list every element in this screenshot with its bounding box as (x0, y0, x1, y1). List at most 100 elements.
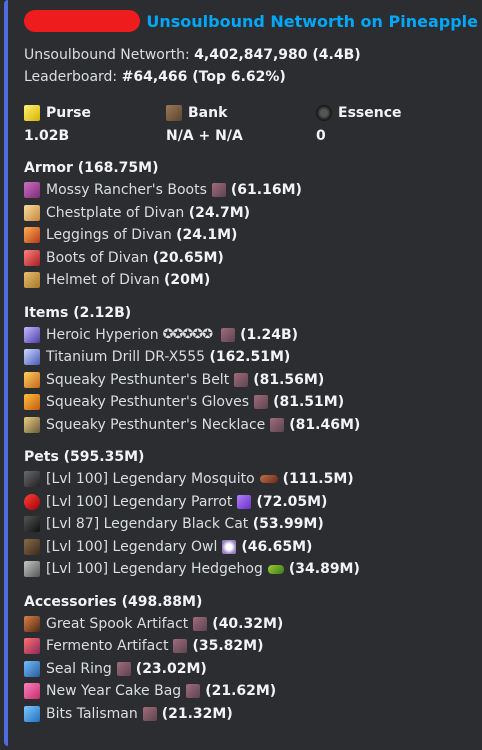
spook-artifact-icon (24, 615, 40, 632)
belt-icon (24, 371, 40, 388)
helmet-icon (24, 272, 40, 289)
list-item: Heroic Hyperion ✪✪✪✪✪ (1.24B) (24, 324, 478, 347)
list-item: Great Spook Artifact (40.32M) (24, 613, 478, 636)
field-bank: Bank N/A + N/A (166, 102, 316, 147)
item-name: Titanium Drill DR-X555 (46, 349, 206, 366)
networth-value: 4,402,847,980 (4.4B) (194, 47, 361, 63)
redacted-username (24, 10, 141, 32)
item-amount: (21.62M) (205, 683, 277, 700)
item-name: [Lvl 100] Legendary Owl (46, 538, 218, 555)
section-accessories: Accessories (498.88M) Great Spook Artifa… (24, 591, 478, 726)
item-amount: (24.7M) (188, 204, 251, 221)
item-name: [Lvl 100] Legendary Mosquito (46, 471, 255, 488)
field-bank-value: N/A + N/A (166, 128, 243, 144)
field-bank-name: Bank (188, 105, 228, 121)
gloves-icon (24, 394, 40, 411)
gold-ingot-icon (24, 105, 40, 121)
item-amount: (23.02M) (135, 660, 207, 677)
field-essence: Essence 0 (316, 102, 402, 147)
item-name: Squeaky Pesthunter's Belt (46, 371, 230, 388)
item-amount: (1.24B) (240, 326, 299, 343)
enchanted-book-icon (142, 706, 157, 721)
list-item: Leggings of Divan (24.1M) (24, 224, 478, 247)
mosquito-pet-icon (24, 471, 40, 488)
list-item: [Lvl 100] Legendary Mosquito (111.5M) (24, 468, 478, 491)
hedgehog-pet-icon (24, 561, 40, 578)
embed-header: Unsoulbound Networth on Pineapple (24, 8, 478, 34)
enchanted-book-icon (211, 183, 226, 198)
bits-talisman-icon (24, 705, 40, 722)
fermento-artifact-icon (24, 638, 40, 655)
item-name: Seal Ring (46, 660, 112, 677)
field-essence-name: Essence (338, 105, 402, 121)
item-name: [Lvl 100] Legendary Hedgehog (46, 561, 263, 578)
item-amount: (111.5M) (282, 471, 354, 488)
item-name: Bits Talisman (46, 705, 138, 722)
section-items: Items (2.12B) Heroic Hyperion ✪✪✪✪✪ (1.2… (24, 302, 478, 437)
leggings-icon (24, 227, 40, 244)
black-cat-pet-icon (24, 516, 40, 533)
item-amount: (20M) (164, 272, 211, 289)
item-amount: (46.65M) (241, 538, 313, 555)
section-pets-title: Pets (595.35M) (24, 449, 145, 465)
item-name: Squeaky Pesthunter's Necklace (46, 416, 266, 433)
stars-icon: ✪✪✪✪✪ (162, 327, 213, 343)
list-item: Squeaky Pesthunter's Necklace (81.46M) (24, 414, 478, 437)
item-amount: (81.46M) (289, 416, 361, 433)
section-pets: Pets (595.35M) [Lvl 100] Legendary Mosqu… (24, 446, 478, 581)
enchanted-book-icon (234, 372, 249, 387)
parrot-pet-icon (24, 493, 40, 510)
embed-title[interactable]: Unsoulbound Networth on Pineapple (146, 12, 478, 31)
item-name: Chestplate of Divan (46, 204, 185, 221)
wither-essence-icon (316, 105, 332, 121)
item-amount: (53.99M) (252, 516, 324, 533)
item-amount: (162.51M) (209, 349, 291, 366)
item-name: [Lvl 100] Legendary Parrot (46, 493, 233, 510)
item-amount: (81.51M) (273, 394, 345, 411)
chest-icon (166, 105, 182, 121)
item-name: Great Spook Artifact (46, 615, 189, 632)
field-purse-name: Purse (46, 105, 91, 121)
item-amount: (40.32M) (212, 615, 284, 632)
leaderboard-value: #64,466 (Top 6.62%) (121, 69, 286, 85)
cake-bag-icon (24, 683, 40, 700)
item-amount: (24.1M) (176, 227, 238, 244)
list-item: Helmet of Divan (20M) (24, 269, 478, 292)
item-amount: (61.16M) (230, 182, 302, 199)
leaderboard-line: Leaderboard: #64,466 (Top 6.62%) (24, 66, 478, 88)
list-item: New Year Cake Bag (21.62M) (24, 680, 478, 703)
list-item: [Lvl 100] Legendary Parrot (72.05M) (24, 491, 478, 514)
chestplate-icon (24, 204, 40, 221)
field-essence-value: 0 (316, 128, 326, 144)
item-amount: (72.05M) (256, 493, 328, 510)
list-item: Seal Ring (23.02M) (24, 658, 478, 681)
drill-icon (24, 349, 40, 366)
seal-ring-icon (24, 660, 40, 677)
item-amount: (34.89M) (288, 561, 360, 578)
enchanted-book-icon (173, 639, 188, 654)
enchanted-book-icon (116, 661, 131, 676)
item-name: Helmet of Divan (46, 272, 160, 289)
item-name: New Year Cake Bag (46, 683, 182, 700)
list-item: Squeaky Pesthunter's Gloves (81.51M) (24, 391, 478, 414)
item-amount: (81.56M) (253, 371, 325, 388)
enchanted-book-icon (221, 327, 236, 342)
owl-pet-icon (24, 538, 40, 555)
item-name: Boots of Divan (46, 249, 149, 266)
item-amount: (35.82M) (192, 638, 264, 655)
list-item: [Lvl 100] Legendary Owl (46.65M) (24, 536, 478, 559)
pet-item-icon (267, 564, 284, 574)
boots-icon (24, 249, 40, 266)
list-item: [Lvl 100] Legendary Hedgehog (34.89M) (24, 558, 478, 581)
item-name: Mossy Rancher's Boots (46, 182, 207, 199)
field-purse-value: 1.02B (24, 128, 70, 144)
section-armor-title: Armor (168.75M) (24, 160, 159, 176)
pet-item-icon (222, 539, 237, 554)
networth-stats: Unsoulbound Networth: 4,402,847,980 (4.4… (24, 44, 478, 88)
inline-fields: Purse 1.02B Bank N/A + N/A Essence 0 (24, 102, 478, 147)
list-item: [Lvl 87] Legendary Black Cat (53.99M) (24, 513, 478, 536)
section-items-title: Items (2.12B) (24, 304, 132, 321)
networth-label: Unsoulbound Networth: (24, 47, 195, 63)
sword-icon (24, 326, 40, 343)
list-item: Titanium Drill DR-X555 (162.51M) (24, 346, 478, 369)
